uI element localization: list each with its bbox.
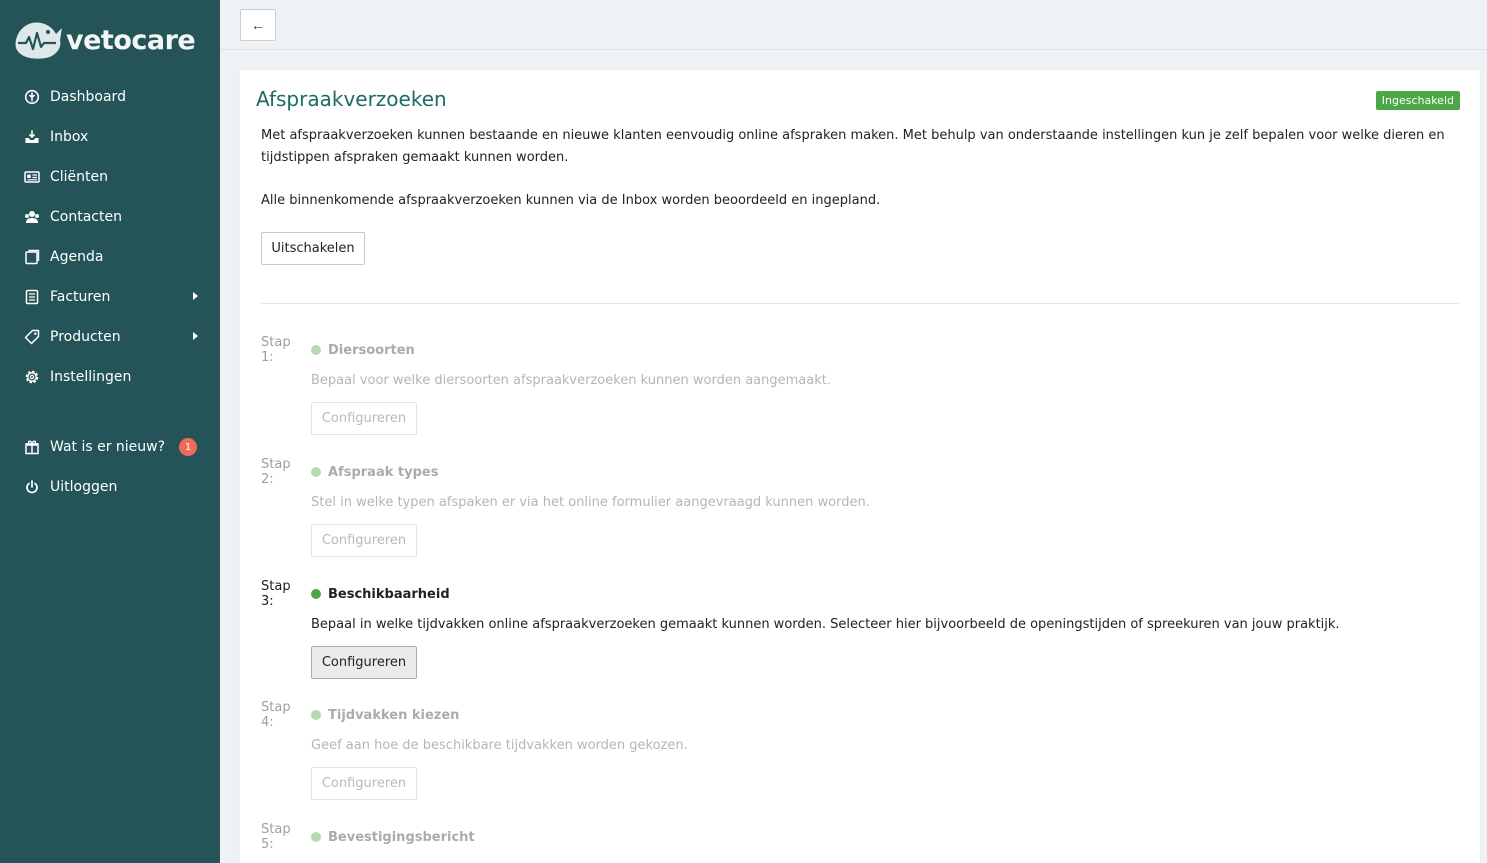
sidebar-item-label: Cliënten: [50, 169, 109, 185]
clients-icon: [24, 169, 40, 185]
sidebar-item-dashboard[interactable]: Dashboard: [0, 77, 220, 117]
sidebar-item-agenda[interactable]: Agenda: [0, 237, 220, 277]
sidebar-item-label: Uitloggen: [50, 479, 118, 495]
step-beschikbaarheid: Stap 3: Beschikbaarheid Bepaal in welke …: [261, 579, 1451, 679]
chevron-right-icon: [193, 292, 198, 300]
divider: [261, 303, 1459, 304]
step-bevestigingsbericht: Stap 5: Bevestigingsbericht: [261, 822, 1451, 852]
sidebar-nav: Dashboard Inbox Cliënten Contacten Agend…: [0, 77, 220, 507]
configure-button[interactable]: Configureren: [311, 767, 417, 800]
step-number: Stap 5:: [261, 822, 291, 852]
page-title: Afspraakverzoeken: [256, 87, 447, 111]
brand-name: vetocare: [66, 24, 196, 56]
step-status-dot: [311, 589, 321, 599]
status-badge: Ingeschakeld: [1375, 91, 1460, 110]
products-icon: [24, 329, 40, 345]
sidebar: vetocare Dashboard Inbox Cliënten Contac…: [0, 0, 220, 863]
intro-text: Met afspraakverzoeken kunnen bestaande e…: [261, 128, 1445, 165]
step-description: Stel in welke typen afspaken er via het …: [311, 495, 870, 510]
notification-badge: 1: [179, 438, 198, 456]
step-description: Bepaal voor welke diersoorten afspraakve…: [311, 373, 831, 388]
step-header: Stap 5: Bevestigingsbericht: [261, 822, 1451, 852]
step-description: Geef aan hoe de beschikbare tijdvakken w…: [311, 738, 688, 753]
step-header: Stap 3: Beschikbaarheid: [261, 579, 1451, 609]
step-tijdvakken-kiezen: Stap 4: Tijdvakken kiezen Geef aan hoe d…: [261, 700, 1451, 800]
step-number: Stap 3:: [261, 579, 291, 609]
step-diersoorten: Stap 1: Diersoorten Bepaal voor welke di…: [261, 335, 1451, 435]
gift-icon: [24, 439, 40, 455]
step-name: Bevestigingsbericht: [328, 829, 475, 845]
sidebar-item-label: Wat is er nieuw?: [50, 439, 166, 455]
configure-button[interactable]: Configureren: [311, 646, 417, 679]
sidebar-item-producten[interactable]: Producten: [0, 317, 220, 357]
sidebar-item-instellingen[interactable]: Instellingen: [0, 357, 220, 397]
step-status-dot: [311, 832, 321, 842]
step-number: Stap 2:: [261, 457, 291, 487]
step-afspraak-types: Stap 2: Afspraak types Stel in welke typ…: [261, 457, 1451, 557]
step-number: Stap 4:: [261, 700, 291, 730]
step-number: Stap 1:: [261, 335, 291, 365]
appointment-requests-card: Afspraakverzoeken Ingeschakeld Met afspr…: [240, 70, 1480, 863]
dashboard-icon: [24, 89, 40, 105]
configure-button[interactable]: Configureren: [311, 524, 417, 557]
inbox-icon: [24, 129, 40, 145]
power-icon: [24, 479, 40, 495]
top-bar: ←: [220, 0, 1487, 50]
step-name: Diersoorten: [328, 342, 415, 358]
brand-logo[interactable]: vetocare: [12, 18, 196, 62]
sidebar-item-label: Contacten: [50, 209, 122, 225]
step-name: Tijdvakken kiezen: [328, 707, 460, 723]
sidebar-item-label: Inbox: [50, 129, 89, 145]
configure-button[interactable]: Configureren: [311, 402, 417, 435]
sidebar-item-label: Facturen: [50, 289, 111, 305]
step-name: Afspraak types: [328, 464, 439, 480]
sidebar-item-clienten[interactable]: Cliënten: [0, 157, 220, 197]
sidebar-item-label: Agenda: [50, 249, 104, 265]
agenda-icon: [24, 249, 40, 265]
sidebar-item-inbox[interactable]: Inbox: [0, 117, 220, 157]
settings-icon: [24, 369, 40, 385]
sidebar-item-contacten[interactable]: Contacten: [0, 197, 220, 237]
disable-button[interactable]: Uitschakelen: [261, 232, 365, 265]
sidebar-item-label: Producten: [50, 329, 121, 345]
sidebar-item-facturen[interactable]: Facturen: [0, 277, 220, 317]
step-header: Stap 4: Tijdvakken kiezen: [261, 700, 1451, 730]
step-status-dot: [311, 467, 321, 477]
sidebar-item-label: Instellingen: [50, 369, 132, 385]
back-button[interactable]: ←: [240, 9, 276, 41]
contacts-icon: [24, 209, 40, 225]
invoices-icon: [24, 289, 40, 305]
step-status-dot: [311, 710, 321, 720]
step-status-dot: [311, 345, 321, 355]
sidebar-item-label: Dashboard: [50, 89, 126, 105]
sidebar-item-logout[interactable]: Uitloggen: [0, 467, 220, 507]
sidebar-item-whats-new[interactable]: Wat is er nieuw? 1: [0, 427, 220, 467]
vetocare-logo-icon: [15, 22, 63, 59]
step-header: Stap 2: Afspraak types: [261, 457, 1451, 487]
inbox-info-text: Alle binnenkomende afspraakverzoeken kun…: [261, 193, 881, 208]
step-header: Stap 1: Diersoorten: [261, 335, 1451, 365]
step-description: Bepaal in welke tijdvakken online afspra…: [311, 617, 1340, 632]
step-name: Beschikbaarheid: [328, 586, 450, 602]
chevron-right-icon: [193, 332, 198, 340]
